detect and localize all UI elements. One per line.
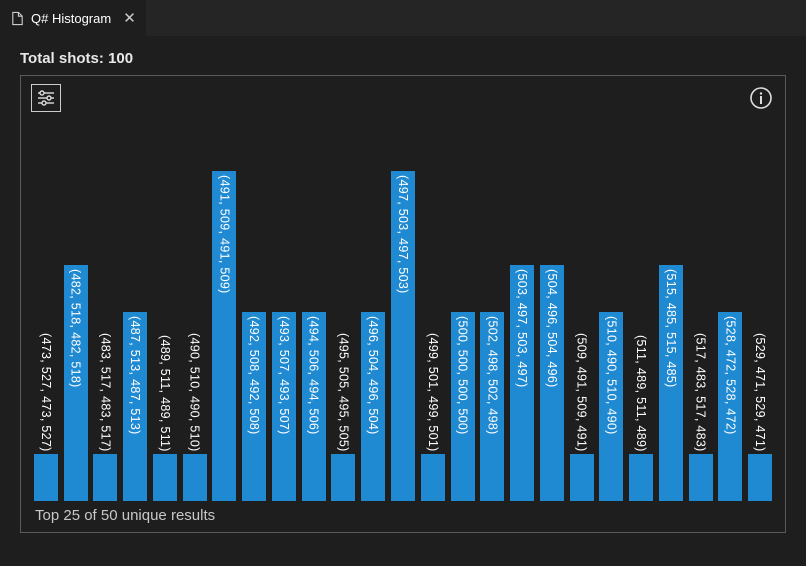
histogram-bar[interactable]: (473, 527, 473, 527) <box>34 454 58 501</box>
bar-column: (529, 471, 529, 471) <box>747 120 773 501</box>
bar-label: (490, 510, 490, 510) <box>188 333 202 454</box>
bar-label: (511, 489, 511, 489) <box>634 335 648 454</box>
bar-column: (495, 505, 495, 505) <box>331 120 357 501</box>
results-summary: Top 25 of 50 unique results <box>31 507 775 524</box>
bar-label: (510, 490, 510, 490) <box>604 312 618 435</box>
bar-label: (487, 513, 487, 513) <box>128 312 142 435</box>
histogram-bar[interactable]: (515, 485, 515, 485) <box>659 265 683 501</box>
histogram-bar[interactable]: (502, 498, 502, 498) <box>480 312 504 501</box>
histogram-bar[interactable]: (529, 471, 529, 471) <box>748 454 772 501</box>
bar-column: (504, 496, 504, 496) <box>539 120 565 501</box>
bar-column: (491, 509, 491, 509) <box>212 120 238 501</box>
bar-column: (528, 472, 528, 472) <box>718 120 744 501</box>
bar-label: (493, 507, 493, 507) <box>277 312 291 435</box>
histogram-bar[interactable]: (493, 507, 493, 507) <box>272 312 296 501</box>
histogram-bar[interactable]: (528, 472, 528, 472) <box>718 312 742 501</box>
bar-column: (482, 518, 482, 518) <box>63 120 89 501</box>
bar-column: (492, 508, 492, 508) <box>241 120 267 501</box>
histogram-bar[interactable]: (511, 489, 511, 489) <box>629 454 653 501</box>
histogram-bar[interactable]: (503, 497, 503, 497) <box>510 265 534 501</box>
histogram-bar[interactable]: (487, 513, 487, 513) <box>123 312 147 501</box>
bar-column: (499, 501, 499, 501) <box>420 120 446 501</box>
histogram-bar[interactable]: (497, 503, 497, 503) <box>391 171 415 501</box>
bar-label: (528, 472, 528, 472) <box>723 312 737 435</box>
bar-column: (483, 517, 483, 517) <box>92 120 118 501</box>
bar-label: (482, 518, 482, 518) <box>69 265 83 388</box>
histogram-bar[interactable]: (489, 511, 489, 511) <box>153 454 177 501</box>
bar-column: (517, 483, 517, 483) <box>688 120 714 501</box>
histogram-bar[interactable]: (494, 506, 494, 506) <box>302 312 326 501</box>
bar-column: (503, 497, 503, 497) <box>509 120 535 501</box>
bar-label: (503, 497, 503, 497) <box>515 265 529 388</box>
tab-bar: Q# Histogram ✕ <box>0 0 806 36</box>
sliders-icon <box>36 89 56 107</box>
histogram-bar[interactable]: (496, 504, 496, 504) <box>361 312 385 501</box>
bar-column: (489, 511, 489, 511) <box>152 120 178 501</box>
bar-label: (499, 501, 499, 501) <box>426 333 440 454</box>
bar-column: (497, 503, 497, 503) <box>390 120 416 501</box>
histogram-bar[interactable]: (509, 491, 509, 491) <box>570 454 594 501</box>
tab-qsharp-histogram[interactable]: Q# Histogram ✕ <box>0 0 146 36</box>
bar-column: (509, 491, 509, 491) <box>569 120 595 501</box>
bar-label: (529, 471, 529, 471) <box>753 333 767 454</box>
bar-label: (509, 491, 509, 491) <box>575 333 589 454</box>
total-shots-label: Total shots: <box>20 50 104 67</box>
bar-column: (502, 498, 502, 498) <box>479 120 505 501</box>
bar-label: (489, 511, 489, 511) <box>158 335 172 454</box>
bar-label: (502, 498, 502, 498) <box>485 312 499 435</box>
histogram-panel: (473, 527, 473, 527) (482, 518, 482, 518)… <box>20 75 786 533</box>
bar-column: (510, 490, 510, 490) <box>598 120 624 501</box>
info-icon <box>749 86 773 110</box>
bar-label: (496, 504, 496, 504) <box>366 312 380 435</box>
histogram-bar[interactable]: (510, 490, 510, 490) <box>599 312 623 501</box>
bar-column: (511, 489, 511, 489) <box>628 120 654 501</box>
file-icon <box>10 11 25 26</box>
close-icon[interactable]: ✕ <box>123 11 136 26</box>
bar-label: (515, 485, 515, 485) <box>664 265 678 388</box>
bar-label: (494, 506, 494, 506) <box>307 312 321 435</box>
histogram-bar[interactable]: (504, 496, 504, 496) <box>540 265 564 501</box>
histogram-bar[interactable]: (491, 509, 491, 509) <box>212 171 236 501</box>
tab-title: Q# Histogram <box>31 11 111 26</box>
histogram-bar[interactable]: (495, 505, 495, 505) <box>331 454 355 501</box>
histogram-bar[interactable]: (490, 510, 490, 510) <box>183 454 207 501</box>
histogram-bar[interactable]: (482, 518, 482, 518) <box>64 265 88 501</box>
histogram-chart: (473, 527, 473, 527) (482, 518, 482, 518)… <box>31 120 775 501</box>
bar-column: (496, 504, 496, 504) <box>360 120 386 501</box>
bar-label: (495, 505, 495, 505) <box>336 333 350 454</box>
bar-column: (490, 510, 490, 510) <box>182 120 208 501</box>
content-area: Total shots: 100 (473, 527, 473, 527) (48… <box>0 36 806 566</box>
histogram-bar[interactable]: (492, 508, 492, 508) <box>242 312 266 501</box>
bar-label: (473, 527, 473, 527) <box>39 333 53 454</box>
bar-label: (483, 517, 483, 517) <box>98 333 112 454</box>
bar-label: (491, 509, 491, 509) <box>217 171 231 294</box>
histogram-bar[interactable]: (499, 501, 499, 501) <box>421 454 445 501</box>
settings-button[interactable] <box>31 84 61 112</box>
bar-column: (494, 506, 494, 506) <box>301 120 327 501</box>
bar-label: (500, 500, 500, 500) <box>456 312 470 435</box>
bar-label: (492, 508, 492, 508) <box>247 312 261 435</box>
bar-column: (515, 485, 515, 485) <box>658 120 684 501</box>
bar-column: (500, 500, 500, 500) <box>450 120 476 501</box>
bar-column: (487, 513, 487, 513) <box>122 120 148 501</box>
bar-label: (517, 483, 517, 483) <box>694 333 708 454</box>
histogram-bar[interactable]: (483, 517, 483, 517) <box>93 454 117 501</box>
bar-label: (497, 503, 497, 503) <box>396 171 410 294</box>
bar-label: (504, 496, 504, 496) <box>545 265 559 388</box>
total-shots: Total shots: 100 <box>20 50 786 67</box>
histogram-bar[interactable]: (500, 500, 500, 500) <box>451 312 475 501</box>
bar-column: (473, 527, 473, 527) <box>33 120 59 501</box>
histogram-bar[interactable]: (517, 483, 517, 483) <box>689 454 713 501</box>
bar-column: (493, 507, 493, 507) <box>271 120 297 501</box>
info-button[interactable] <box>747 84 775 112</box>
total-shots-value: 100 <box>108 50 133 67</box>
